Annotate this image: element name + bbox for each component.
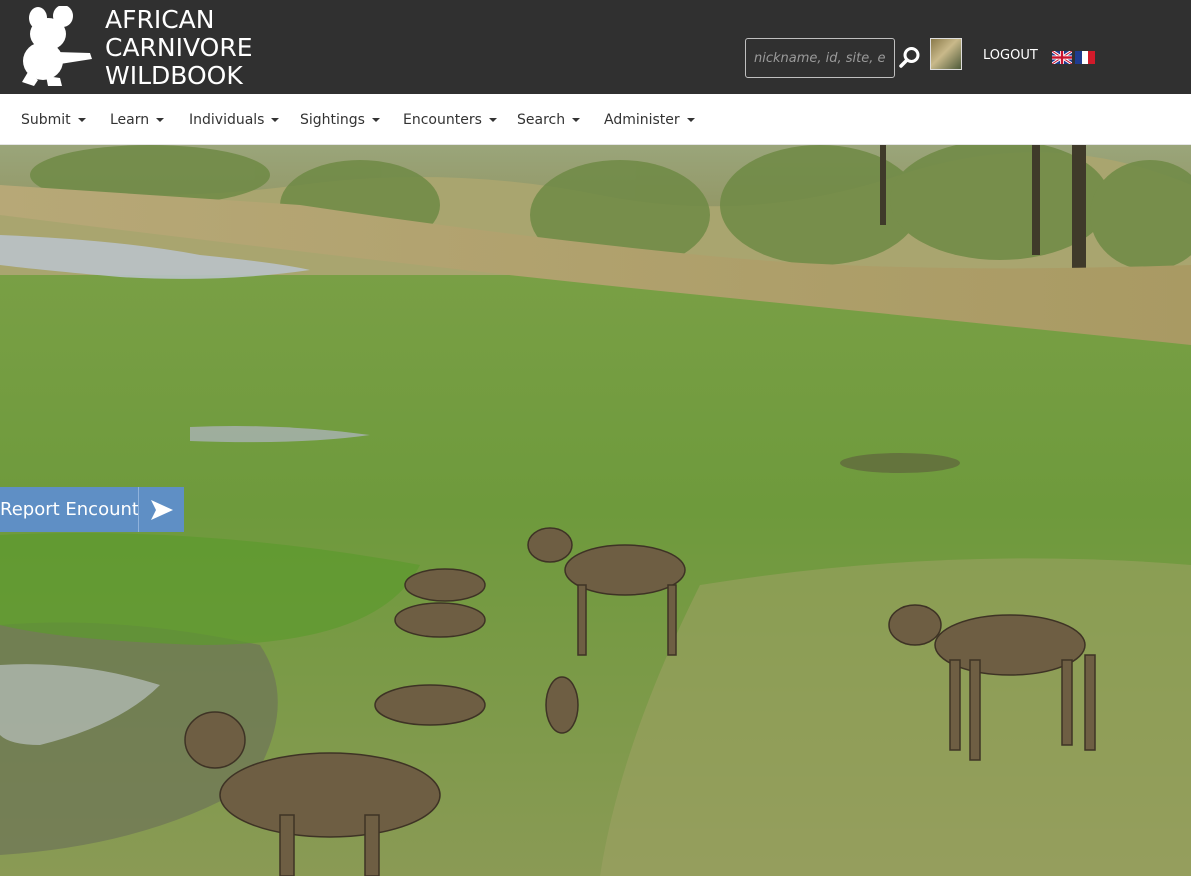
user-avatar[interactable] (930, 38, 962, 70)
nav-search[interactable]: Search (517, 112, 581, 128)
search-input[interactable] (745, 38, 895, 78)
paper-plane-arrow-icon (138, 487, 184, 532)
nav-encounters-label: Encounters (403, 112, 482, 128)
nav-administer[interactable]: Administer (604, 112, 695, 128)
nav-individuals-label: Individuals (189, 112, 265, 128)
caret-down-icon (156, 118, 165, 122)
brand-line-2: CARNIVORE (105, 33, 253, 62)
nav-sightings[interactable]: Sightings (300, 112, 380, 128)
nav-learn-label: Learn (110, 112, 150, 128)
nav-encounters[interactable]: Encounters (403, 112, 497, 128)
caret-down-icon (488, 118, 497, 122)
caret-down-icon (572, 118, 581, 122)
hero-photo-wild-dogs: Report Encounter (0, 145, 1191, 876)
caret-down-icon (371, 118, 380, 122)
nav-learn[interactable]: Learn (110, 112, 165, 128)
caret-down-icon (271, 118, 280, 122)
nav-submit[interactable]: Submit (21, 112, 86, 128)
logout-link[interactable]: LOGOUT (983, 48, 1038, 63)
nav-search-label: Search (517, 112, 566, 128)
nav-submit-label: Submit (21, 112, 71, 128)
brand-line-3: WILDBOOK (105, 61, 243, 90)
site-title[interactable]: AFRICAN CARNIVORE WILDBOOK (105, 6, 253, 90)
nav-individuals[interactable]: Individuals (189, 112, 280, 128)
brand-line-1: AFRICAN (105, 5, 215, 34)
wild-dog-logo-icon[interactable] (16, 6, 96, 88)
nav-sightings-label: Sightings (300, 112, 365, 128)
caret-down-icon (77, 118, 86, 122)
french-flag-icon[interactable] (1075, 51, 1095, 64)
header: AFRICAN CARNIVORE WILDBOOK LOGOUT (0, 0, 1191, 94)
english-flag-icon[interactable] (1052, 51, 1072, 64)
report-encounter-label: Report Encounter (0, 487, 138, 532)
main-nav: Submit Learn Individuals Sightings Encou… (0, 94, 1191, 145)
nav-administer-label: Administer (604, 112, 680, 128)
report-encounter-button[interactable]: Report Encounter (0, 487, 184, 532)
search-icon[interactable] (898, 45, 922, 69)
caret-down-icon (686, 118, 695, 122)
